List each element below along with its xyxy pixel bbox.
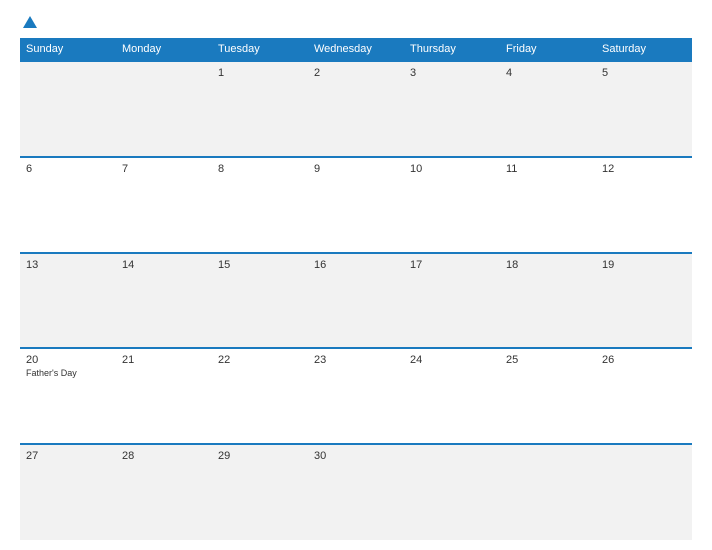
calendar-cell: 18 bbox=[500, 253, 596, 349]
calendar-cell: 21 bbox=[116, 348, 212, 444]
day-number: 24 bbox=[410, 354, 494, 366]
calendar-table: SundayMondayTuesdayWednesdayThursdayFrid… bbox=[20, 38, 692, 540]
calendar-cell: 22 bbox=[212, 348, 308, 444]
calendar-week-row: 20 Father's Day 21 22 23 24 25 26 bbox=[20, 348, 692, 444]
day-number: 20 bbox=[26, 354, 110, 366]
calendar-cell: 17 bbox=[404, 253, 500, 349]
calendar-cell: 10 bbox=[404, 157, 500, 253]
day-number: 1 bbox=[218, 67, 302, 79]
calendar-cell: 8 bbox=[212, 157, 308, 253]
day-number: 13 bbox=[26, 259, 110, 271]
day-number: 30 bbox=[314, 450, 398, 462]
calendar-cell: 14 bbox=[116, 253, 212, 349]
calendar-cell bbox=[500, 444, 596, 540]
day-number: 5 bbox=[602, 67, 686, 79]
logo-general bbox=[20, 18, 37, 28]
calendar-cell bbox=[404, 444, 500, 540]
weekday-header-friday: Friday bbox=[500, 38, 596, 61]
day-number: 25 bbox=[506, 354, 590, 366]
calendar-cell: 9 bbox=[308, 157, 404, 253]
calendar-cell: 29 bbox=[212, 444, 308, 540]
calendar-cell: 4 bbox=[500, 61, 596, 157]
calendar-cell: 6 bbox=[20, 157, 116, 253]
day-number: 7 bbox=[122, 163, 206, 175]
calendar-cell bbox=[20, 61, 116, 157]
weekday-header-saturday: Saturday bbox=[596, 38, 692, 61]
day-number: 12 bbox=[602, 163, 686, 175]
calendar-cell: 23 bbox=[308, 348, 404, 444]
day-number: 9 bbox=[314, 163, 398, 175]
weekday-header-thursday: Thursday bbox=[404, 38, 500, 61]
calendar-cell: 2 bbox=[308, 61, 404, 157]
day-number: 18 bbox=[506, 259, 590, 271]
calendar-cell: 3 bbox=[404, 61, 500, 157]
calendar-cell bbox=[596, 444, 692, 540]
calendar-cell: 25 bbox=[500, 348, 596, 444]
day-number: 19 bbox=[602, 259, 686, 271]
weekday-header-wednesday: Wednesday bbox=[308, 38, 404, 61]
calendar-cell: 30 bbox=[308, 444, 404, 540]
weekday-header-sunday: Sunday bbox=[20, 38, 116, 61]
day-number: 23 bbox=[314, 354, 398, 366]
calendar-cell: 11 bbox=[500, 157, 596, 253]
day-number: 26 bbox=[602, 354, 686, 366]
day-number: 21 bbox=[122, 354, 206, 366]
day-number: 27 bbox=[26, 450, 110, 462]
day-number: 8 bbox=[218, 163, 302, 175]
calendar-week-row: 6789 10 11 12 bbox=[20, 157, 692, 253]
weekday-header-tuesday: Tuesday bbox=[212, 38, 308, 61]
weekday-header-row: SundayMondayTuesdayWednesdayThursdayFrid… bbox=[20, 38, 692, 61]
day-number: 4 bbox=[506, 67, 590, 79]
calendar-body: 1234567891011121314151617181920Father's … bbox=[20, 61, 692, 540]
calendar-cell: 27 bbox=[20, 444, 116, 540]
day-number: 15 bbox=[218, 259, 302, 271]
calendar-cell bbox=[116, 61, 212, 157]
calendar-header bbox=[20, 18, 692, 28]
day-number: 17 bbox=[410, 259, 494, 271]
calendar-cell: 7 bbox=[116, 157, 212, 253]
calendar-page: SundayMondayTuesdayWednesdayThursdayFrid… bbox=[0, 0, 712, 550]
day-number: 16 bbox=[314, 259, 398, 271]
calendar-cell: 1 bbox=[212, 61, 308, 157]
calendar-cell: 13 bbox=[20, 253, 116, 349]
calendar-week-row: 27 28 29 30 bbox=[20, 444, 692, 540]
calendar-cell: 16 bbox=[308, 253, 404, 349]
day-number: 2 bbox=[314, 67, 398, 79]
calendar-cell: 26 bbox=[596, 348, 692, 444]
calendar-cell: 12 bbox=[596, 157, 692, 253]
calendar-cell: 20 Father's Day bbox=[20, 348, 116, 444]
calendar-cell: 19 bbox=[596, 253, 692, 349]
calendar-cell: 15 bbox=[212, 253, 308, 349]
day-number: 28 bbox=[122, 450, 206, 462]
logo bbox=[20, 18, 37, 28]
day-number: 3 bbox=[410, 67, 494, 79]
holiday-label: Father's Day bbox=[26, 368, 110, 378]
day-number: 10 bbox=[410, 163, 494, 175]
day-number: 6 bbox=[26, 163, 110, 175]
calendar-week-row: 13 14 15 16 17 18 19 bbox=[20, 253, 692, 349]
day-number: 22 bbox=[218, 354, 302, 366]
logo-triangle-icon bbox=[23, 16, 37, 28]
calendar-cell: 24 bbox=[404, 348, 500, 444]
day-number: 29 bbox=[218, 450, 302, 462]
weekday-header-monday: Monday bbox=[116, 38, 212, 61]
calendar-week-row: 12345 bbox=[20, 61, 692, 157]
calendar-cell: 28 bbox=[116, 444, 212, 540]
calendar-cell: 5 bbox=[596, 61, 692, 157]
day-number: 11 bbox=[506, 163, 590, 175]
day-number: 14 bbox=[122, 259, 206, 271]
